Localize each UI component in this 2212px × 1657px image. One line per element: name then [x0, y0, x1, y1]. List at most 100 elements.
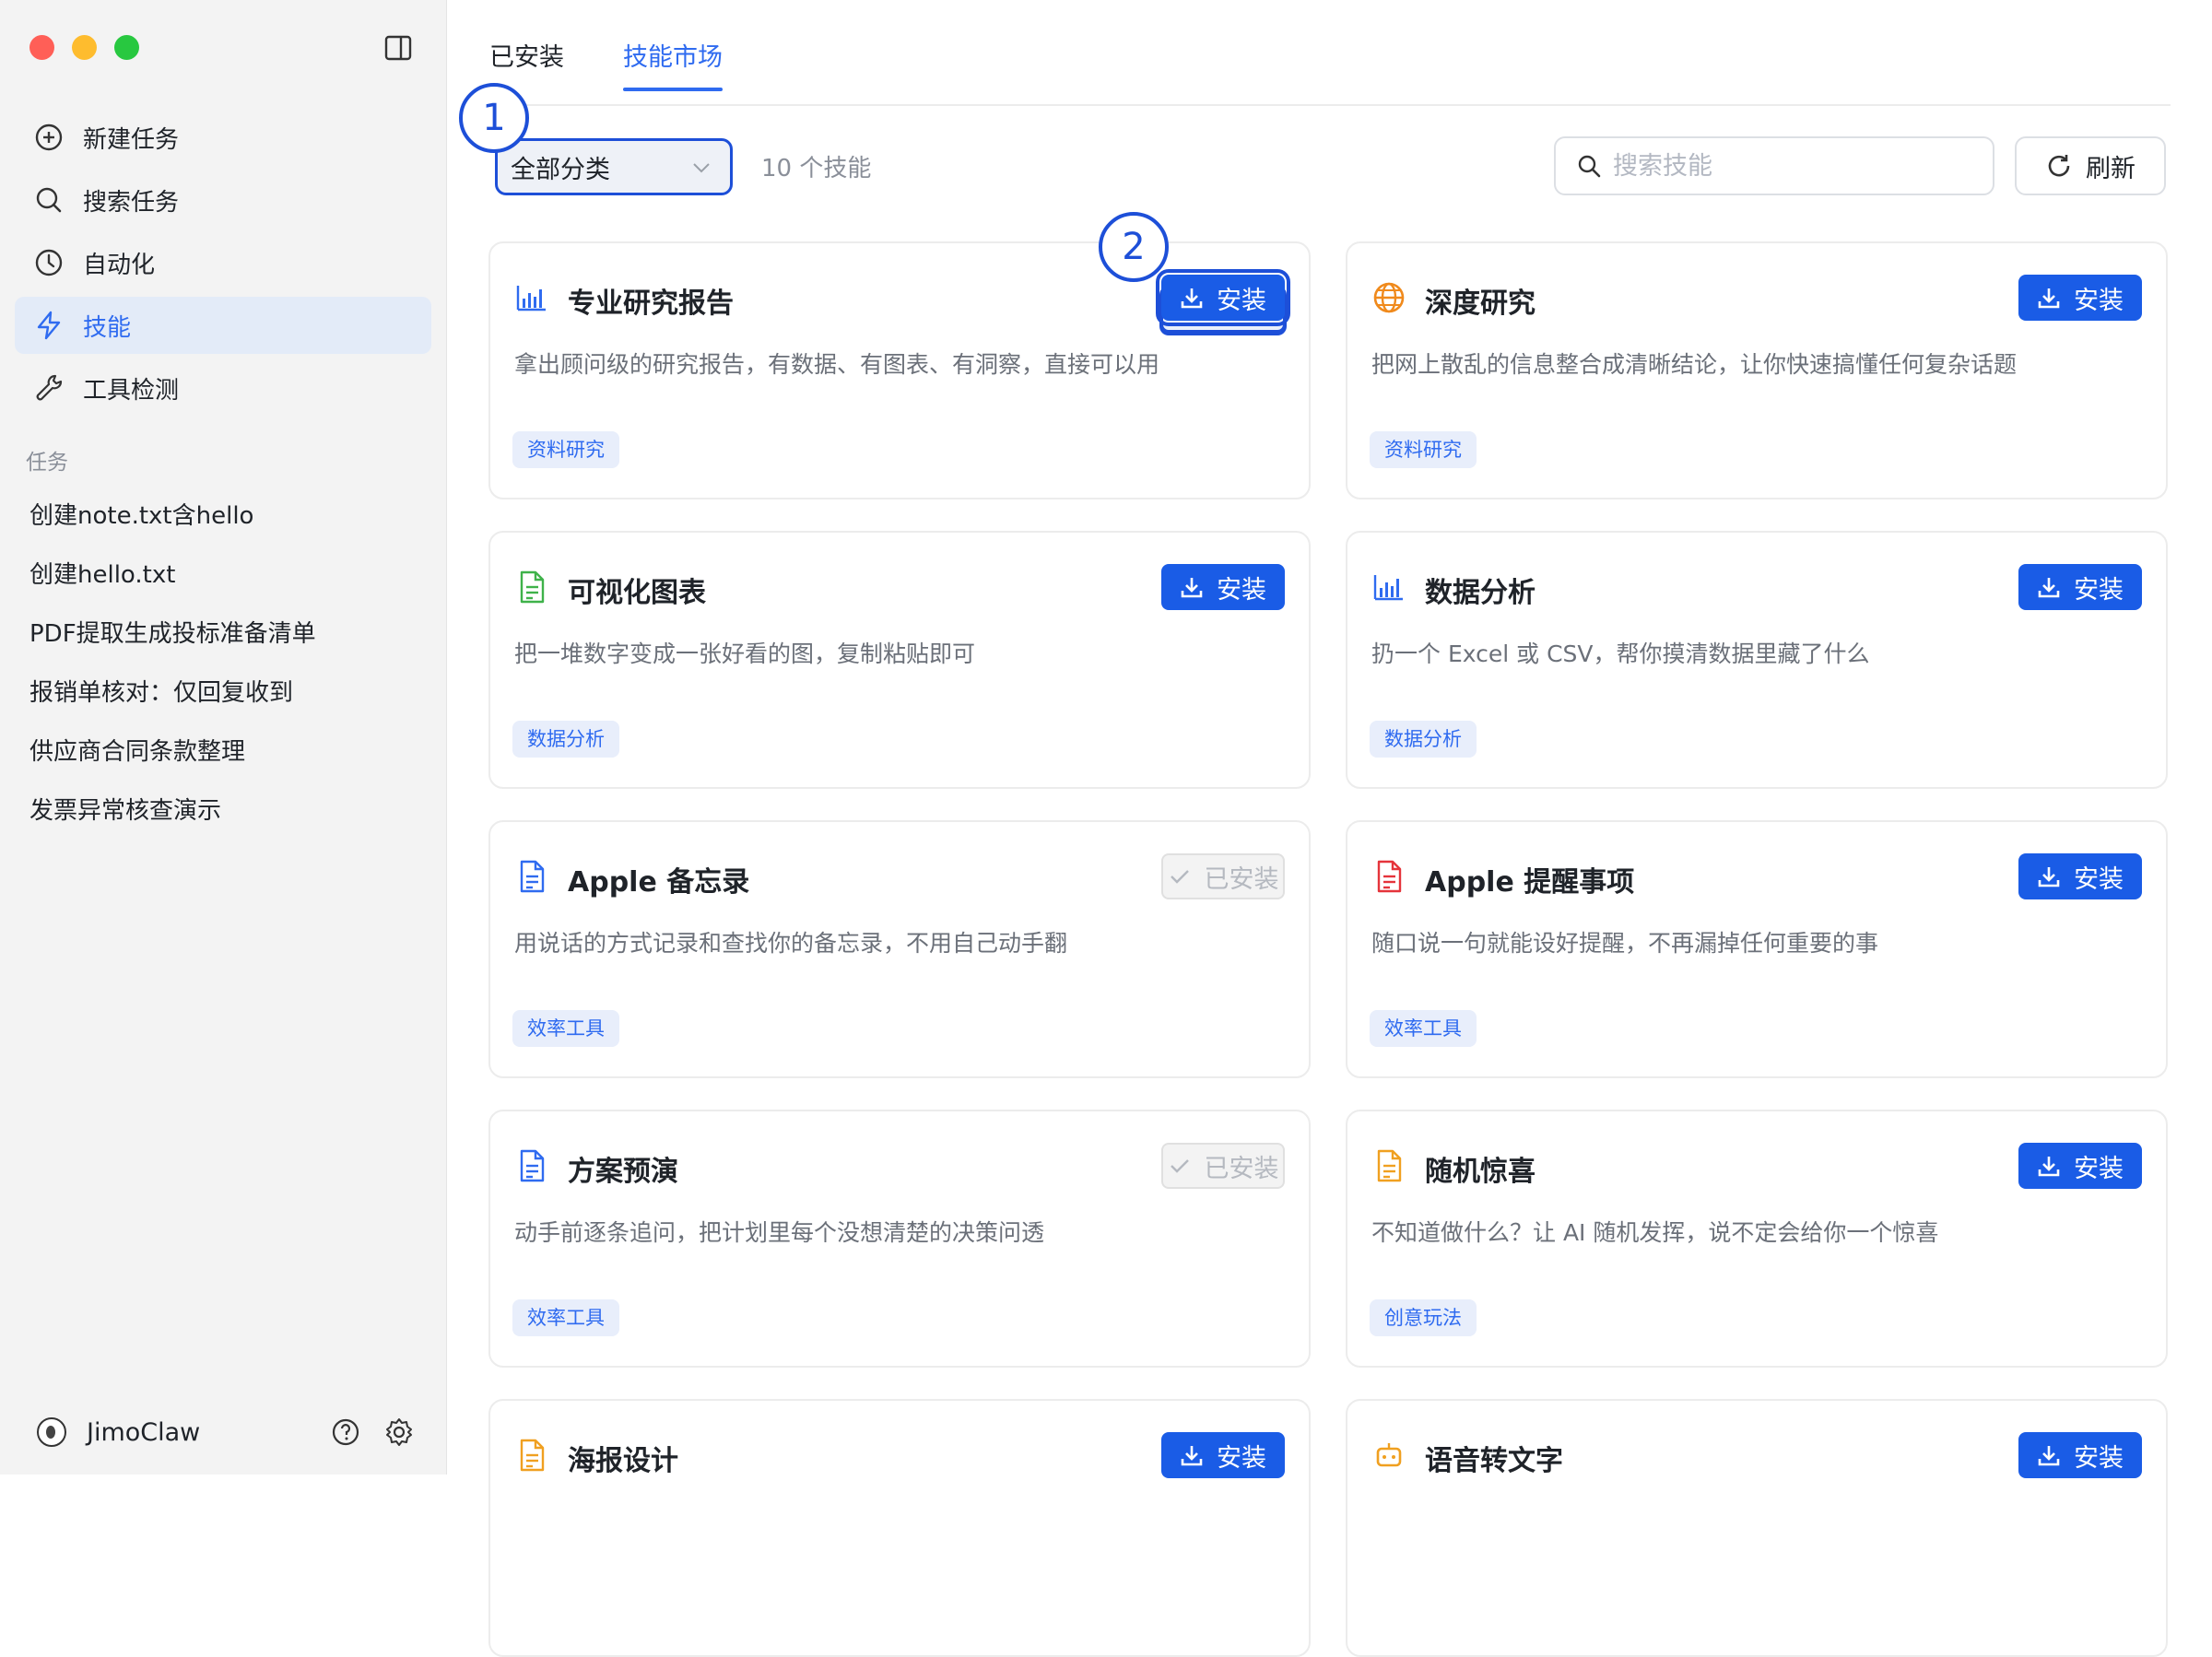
install-button[interactable]: 安装 [2018, 1432, 2142, 1478]
bar-chart-icon [1371, 570, 1406, 605]
sidebar-nav: 新建任务 搜索任务 自动化 技能 工具检测 [15, 109, 431, 422]
skill-card-title: 方案预演 [568, 1156, 678, 1188]
skill-card-title: Apple 提醒事项 [1425, 866, 1635, 899]
installed-button[interactable]: 已安装 [1161, 1143, 1285, 1189]
skill-card-description: 把网上散乱的信息整合成清晰结论，让你快速搞懂任何复杂话题 [1371, 351, 2018, 378]
download-icon [2038, 578, 2060, 598]
document-green-icon [514, 570, 549, 605]
minimize-window-button[interactable] [72, 35, 97, 60]
task-item[interactable]: 报销单核对：仅回复收到 [29, 664, 316, 723]
help-icon[interactable] [330, 1416, 361, 1448]
skill-card-tag: 效率工具 [512, 1299, 619, 1336]
refresh-button[interactable]: 刷新 [2015, 136, 2166, 195]
nav-item-label: 自动化 [83, 251, 156, 279]
check-icon [1170, 1159, 1189, 1173]
install-button[interactable]: 安装 [2018, 564, 2142, 610]
skill-card[interactable]: Apple 提醒事项随口说一句就能设好提醒，不再漏掉任何重要的事效率工具 安装 [1346, 820, 2168, 1078]
download-icon [1181, 1446, 1203, 1466]
plus-circle-icon [35, 123, 63, 151]
user-name: JimoClaw [87, 1417, 201, 1447]
install-button[interactable]: 安装 [2018, 853, 2142, 899]
download-icon [2038, 288, 2060, 309]
install-button[interactable]: 安装 [1156, 269, 1290, 326]
task-item[interactable]: 发票异常核查演示 [29, 781, 316, 840]
button-label: 已安装 [1204, 1154, 1279, 1183]
nav-item-skills[interactable]: 技能 [15, 297, 431, 354]
skill-card-description: 随口说一句就能设好提醒，不再漏掉任何重要的事 [1371, 930, 1879, 957]
task-list: 创建note.txt含hello 创建hello.txt PDF提取生成投标准备… [29, 487, 316, 840]
zoom-window-button[interactable] [114, 35, 139, 60]
category-select-value: 全部分类 [511, 155, 610, 184]
tab-installed[interactable]: 已安装 [489, 37, 564, 89]
skill-card-description: 扔一个 Excel 或 CSV，帮你摸清数据里藏了什么 [1371, 640, 1870, 667]
install-button[interactable]: 安装 [1161, 564, 1285, 610]
gear-icon[interactable] [383, 1416, 415, 1448]
wrench-icon [36, 374, 63, 401]
install-button[interactable]: 安装 [2018, 1143, 2142, 1189]
search-icon [36, 187, 62, 213]
nav-item-label: 搜索任务 [83, 188, 180, 217]
button-label: 安装 [2074, 286, 2124, 315]
button-label: 安装 [1217, 575, 1266, 605]
skill-card-title: Apple 备忘录 [568, 866, 750, 899]
button-label: 安装 [2074, 1443, 2124, 1473]
skill-card-tag: 效率工具 [512, 1010, 619, 1047]
search-icon [1578, 155, 1601, 178]
install-button[interactable]: 安装 [2018, 275, 2142, 321]
skill-card[interactable]: 随机惊喜 不知道做什么？让 AI 随机发挥，说不定会给你一个惊喜 创意玩法 安装 [1346, 1110, 2168, 1368]
search-input[interactable] [1611, 150, 1965, 182]
installed-button[interactable]: 已安装 [1161, 853, 1285, 899]
nav-item-label: 技能 [83, 313, 132, 342]
globe-icon [1371, 280, 1406, 315]
skill-card-description: 用说话的方式记录和查找你的备忘录，不用自己动手翻 [514, 930, 1068, 957]
annotation-marker-1: 1 [459, 83, 529, 153]
user-profile[interactable]: JimoClaw [37, 1417, 200, 1447]
window-controls [29, 35, 139, 60]
button-label: 安装 [2074, 864, 2124, 894]
button-label: 安装 [2074, 575, 2124, 605]
skill-card[interactable]: 深度研究 把网上散乱的信息整合成清晰结论，让你快速搞懂任何复杂话题 资料研究 安装 [1346, 241, 2168, 499]
skill-card[interactable]: 语音转文字 安装 [1346, 1399, 2168, 1657]
nav-item-search-task[interactable]: 搜索任务 [15, 171, 431, 229]
check-icon [1170, 870, 1189, 884]
download-icon [1181, 578, 1203, 598]
tab-bar: 已安装 技能市场 [489, 37, 723, 91]
skill-card[interactable]: 专业研究报告 拿出顾问级的研究报告，有数据、有图表、有洞察，直接可以用 资料研究 安装 [488, 241, 1311, 499]
close-window-button[interactable] [29, 35, 54, 60]
skill-card[interactable]: 可视化图表 把一堆数字变成一张好看的图，复制粘贴即可 数据分析 安装 [488, 531, 1311, 789]
skill-card-tag: 效率工具 [1370, 1010, 1477, 1047]
button-label: 安装 [1217, 286, 1266, 315]
skill-card[interactable]: 海报设计 安装 [488, 1399, 1311, 1657]
nav-item-tool-check[interactable]: 工具检测 [15, 359, 431, 417]
skill-card-description: 动手前逐条追问，把计划里每个没想清楚的决策问透 [514, 1219, 1045, 1246]
skill-card-title: 专业研究报告 [568, 288, 734, 320]
robot-icon [1371, 1438, 1406, 1473]
skill-card[interactable]: 数据分析 扔一个 Excel 或 CSV，帮你摸清数据里藏了什么 数据分析 安装 [1346, 531, 2168, 789]
skill-card[interactable]: 方案预演动手前逐条追问，把计划里每个没想清楚的决策问透效率工具 已安装 [488, 1110, 1311, 1368]
tab-skill-market[interactable]: 技能市场 [623, 37, 723, 91]
category-select[interactable]: 全部分类 [495, 138, 733, 195]
task-item[interactable]: 创建note.txt含hello [29, 487, 316, 546]
skill-card-description: 把一堆数字变成一张好看的图，复制粘贴即可 [514, 640, 976, 667]
skill-card[interactable]: Apple 备忘录用说话的方式记录和查找你的备忘录，不用自己动手翻效率工具 已安装 [488, 820, 1311, 1078]
skill-card-tag: 资料研究 [1370, 431, 1477, 468]
nav-item-new-task[interactable]: 新建任务 [15, 109, 431, 166]
download-icon [2038, 1446, 2060, 1466]
install-button[interactable]: 安装 [1161, 1432, 1285, 1478]
document-red-icon [1371, 859, 1406, 894]
skill-card-tag: 资料研究 [512, 431, 619, 468]
document-blue-icon [514, 1148, 549, 1183]
task-item[interactable]: 创建hello.txt [29, 546, 316, 605]
nav-item-automation[interactable]: 自动化 [15, 234, 431, 291]
search-box[interactable] [1554, 136, 1994, 195]
bolt-icon [37, 311, 61, 340]
sidebar: 新建任务 搜索任务 自动化 技能 工具检测 任务 创建note.txt含hell… [0, 0, 446, 1475]
button-label: 已安装 [1204, 864, 1279, 894]
sidebar-toggle-icon[interactable] [383, 33, 413, 63]
document-orange-icon [1371, 1148, 1406, 1183]
button-label: 安装 [2074, 1154, 2124, 1183]
bar-chart-icon [514, 280, 549, 315]
task-item[interactable]: PDF提取生成投标准备清单 [29, 605, 316, 664]
download-icon [1181, 288, 1203, 309]
task-item[interactable]: 供应商合同条款整理 [29, 723, 316, 781]
